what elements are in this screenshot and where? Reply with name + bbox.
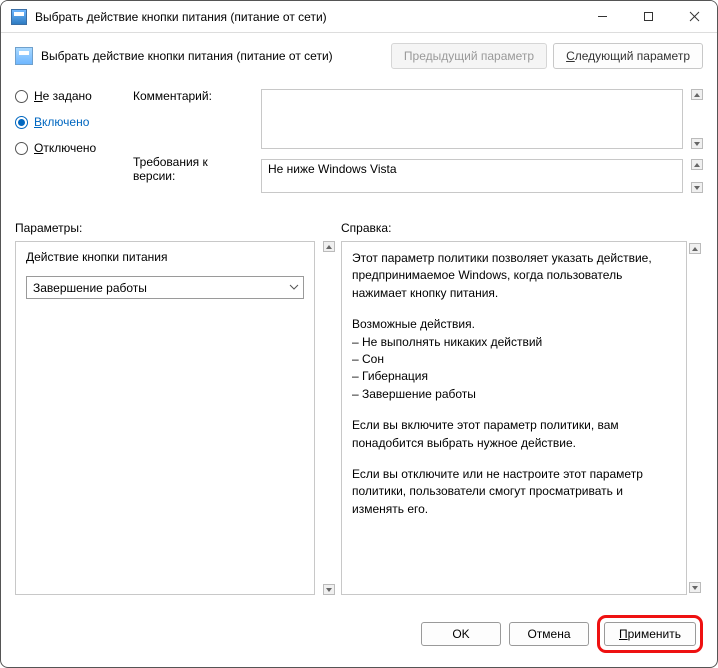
scroll-up-icon[interactable] [691,159,703,170]
next-setting-button[interactable]: Следующий параметр [553,43,703,69]
version-label: Требования к версии: [133,155,253,183]
maximize-button[interactable] [625,1,671,32]
options-section-label: Параметры: [15,221,341,235]
cancel-button[interactable]: Отмена [509,622,589,646]
scroll-up-icon[interactable] [691,89,703,100]
header-caption: Выбрать действие кнопки питания (питание… [41,49,333,63]
help-section-label: Справка: [341,221,703,235]
radio-not-configured[interactable]: Не задано [15,89,125,103]
comment-textarea[interactable] [261,89,683,149]
help-text: Если вы отключите или не настроите этот … [352,466,676,518]
scroll-up-icon[interactable] [323,241,335,252]
help-text: Возможные действия. – Не выполнять никак… [352,316,676,403]
scroll-up-icon[interactable] [689,243,701,254]
scroll-down-icon[interactable] [689,582,701,593]
radio-icon [15,116,28,129]
ok-button[interactable]: OK [421,622,501,646]
scroll-down-icon[interactable] [323,584,335,595]
action-dropdown[interactable]: Завершение работы [26,276,304,299]
radio-disabled[interactable]: Отключено [15,141,125,155]
version-box: Не ниже Windows Vista [261,159,683,193]
dialog-footer: OK Отмена Применить [1,605,717,667]
comment-label: Комментарий: [133,89,253,103]
scroll-down-icon[interactable] [691,182,703,193]
window-controls [579,1,717,32]
apply-button[interactable]: Применить [604,622,696,646]
policy-dialog: Выбрать действие кнопки питания (питание… [0,0,718,668]
radio-icon [15,90,28,103]
help-text: Если вы включите этот параметр политики,… [352,417,676,452]
titlebar: Выбрать действие кнопки питания (питание… [1,1,717,33]
apply-highlight: Применить [597,615,703,653]
window-title: Выбрать действие кнопки питания (питание… [35,10,327,24]
state-radios: Не задано Включено Отключено [15,89,125,155]
help-panel: Этот параметр политики позволяет указать… [341,241,687,595]
scroll-down-icon[interactable] [691,138,703,149]
option-label: Действие кнопки питания [26,250,304,264]
policy-icon [15,47,33,65]
section-labels: Параметры: Справка: [15,221,703,235]
radio-icon [15,142,28,155]
dropdown-value: Завершение работы [33,281,147,295]
prev-setting-button[interactable]: Предыдущий параметр [391,43,547,69]
top-grid: Не задано Включено Отключено Комментарий… [15,89,703,193]
app-icon [11,9,27,25]
help-text: Этот параметр политики позволяет указать… [352,250,676,302]
radio-enabled[interactable]: Включено [15,115,125,129]
options-panel: Действие кнопки питания Завершение работ… [15,241,315,595]
minimize-button[interactable] [579,1,625,32]
close-button[interactable] [671,1,717,32]
chevron-down-icon [289,282,299,293]
header-row: Выбрать действие кнопки питания (питание… [1,33,717,75]
